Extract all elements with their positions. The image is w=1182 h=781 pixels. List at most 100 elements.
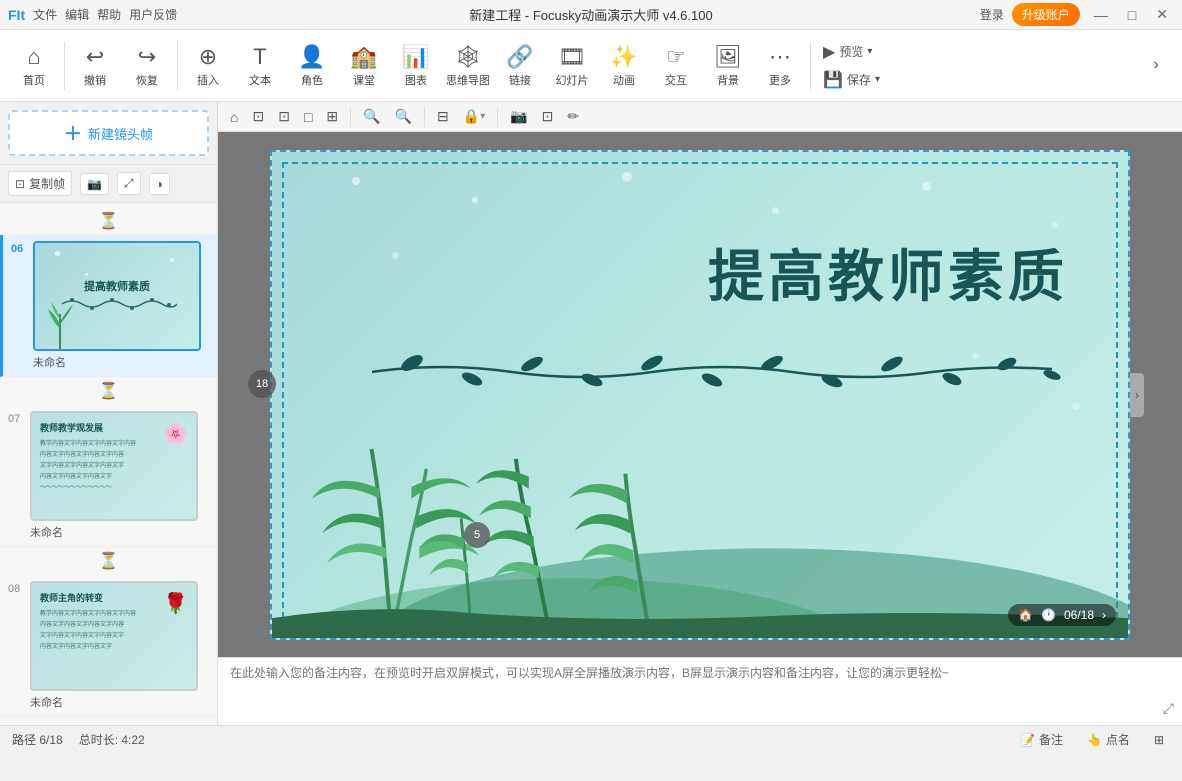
- slide-num-06: 06: [11, 241, 27, 255]
- toolbar-more-right[interactable]: ›: [1138, 34, 1174, 98]
- canvas-tool-grid[interactable]: ⊞: [322, 106, 342, 127]
- toolbar-text[interactable]: T 文本: [234, 34, 286, 98]
- menu-feedback[interactable]: 用户反馈: [129, 6, 177, 23]
- particle-7: [392, 252, 399, 259]
- chevron-right-icon: ›: [1153, 56, 1158, 74]
- canvas-tool-edit[interactable]: ✏: [563, 106, 583, 127]
- fit-button[interactable]: ⤢: [117, 172, 141, 195]
- slide-icon: 🎞: [558, 44, 586, 70]
- notes-input[interactable]: [230, 664, 1170, 710]
- toolbar-role[interactable]: 👤 角色: [286, 34, 338, 98]
- flower-icon: 🌸: [163, 421, 188, 446]
- toolbar-home[interactable]: ⌂ 首页: [8, 34, 60, 98]
- main-toolbar: ⌂ 首页 ↩ 撤销 ↪ 恢复 ⊕ 插入 T 文本 👤 角色 🏫 课堂 📊 图表 …: [0, 30, 1182, 102]
- login-button[interactable]: 登录: [980, 6, 1004, 23]
- badge-clock-icon: 🕐: [1041, 608, 1056, 622]
- copy-frame-label: 复制帧: [29, 175, 65, 192]
- toolbar-interact[interactable]: ☞ 交互: [650, 34, 702, 98]
- text-label: 文本: [249, 72, 271, 88]
- canvas-tool-house[interactable]: ⌂: [226, 107, 242, 127]
- slide-separator-06-07: ⏳: [0, 377, 217, 405]
- link-icon: 🔗: [506, 44, 533, 70]
- plus-icon: ＋: [64, 120, 82, 146]
- canvas-tool-lock[interactable]: 🔒▾: [459, 106, 489, 127]
- notes-area: ⤢: [218, 657, 1182, 725]
- toolbar-save[interactable]: 💾 保存 ▾: [815, 67, 888, 93]
- minimize-button[interactable]: —: [1088, 5, 1114, 25]
- insert-label: 插入: [197, 72, 219, 88]
- canvas-tool-camera[interactable]: 📷: [506, 106, 531, 127]
- slide-name-06: 未命名: [33, 354, 209, 370]
- canvas-tool-align[interactable]: ⊟: [433, 106, 453, 127]
- slide-label: 幻灯片: [556, 72, 589, 88]
- role-label: 角色: [301, 72, 323, 88]
- maximize-button[interactable]: □: [1122, 5, 1142, 25]
- screen-button[interactable]: ⊞: [1148, 731, 1170, 749]
- toolbar-classroom[interactable]: 🏫 课堂: [338, 34, 390, 98]
- slide-separator-before-06: ⏳: [0, 207, 217, 235]
- shape-button[interactable]: ◑: [149, 173, 170, 195]
- close-button[interactable]: ✕: [1150, 4, 1174, 25]
- window-title: 新建工程 - Focusky动画演示大师 v4.6.100: [469, 5, 712, 24]
- plants-svg: [272, 418, 1128, 638]
- slide-num-07: 07: [8, 411, 24, 425]
- toolbar-undo[interactable]: ↩ 撤销: [69, 34, 121, 98]
- canvas-tool-rect2[interactable]: ⊡: [274, 106, 294, 127]
- canvas-tool-rect3[interactable]: □: [300, 107, 316, 127]
- chart-label: 图表: [405, 72, 427, 88]
- right-panel-collapse[interactable]: ›: [1130, 373, 1144, 417]
- copy-frame-button[interactable]: ⊡ 复制帧: [8, 171, 72, 196]
- toolbar-mindmap[interactable]: 🕸 思维导图: [442, 34, 494, 98]
- redo-label: 恢复: [136, 72, 158, 88]
- chart-icon: 📊: [402, 44, 429, 70]
- notes-expand-button[interactable]: ⤢: [1163, 700, 1174, 717]
- slides-sidebar: ＋ 新建镜头帧 ⊡ 复制帧 📷 ⤢ ◑ ⏳: [0, 102, 218, 725]
- slide-item-08[interactable]: 08 教师主角的转变 教学内容文字内容文字内容文字内容 内容文字内容文字内容文字…: [0, 575, 217, 717]
- particle-6: [1052, 222, 1058, 228]
- thumb-07-line-2: 内容文字内容文字内容文字内容: [40, 449, 188, 458]
- canvas-tool-download[interactable]: ⊡: [538, 106, 558, 127]
- slide-left-badge: 18: [248, 370, 276, 398]
- save-arrow: ▾: [875, 74, 880, 85]
- slide-canvas[interactable]: 5 18: [218, 132, 1182, 657]
- new-frame-button[interactable]: ＋ 新建镜头帧: [8, 110, 209, 156]
- canvas-tool-zoomout[interactable]: 🔍: [391, 106, 416, 127]
- thumb-08-line-2: 内容文字内容文字内容文字内容: [40, 619, 188, 628]
- mindmap-label: 思维导图: [446, 72, 490, 88]
- slide-thumb-wrap-08: 教师主角的转变 教学内容文字内容文字内容文字内容 内容文字内容文字内容文字内容 …: [30, 581, 209, 710]
- toolbar-redo[interactable]: ↪ 恢复: [121, 34, 173, 98]
- particle-2: [472, 197, 478, 203]
- thumb-07-line-5: ～～～～～～～～～～～～: [40, 482, 188, 491]
- upgrade-button[interactable]: 升级账户: [1012, 3, 1080, 26]
- thumb-06-title: 提高教师素质: [84, 278, 150, 294]
- particle-5: [922, 182, 931, 191]
- toolbar-preview[interactable]: ▶ 预览 ▾: [815, 39, 888, 65]
- toolbar-background[interactable]: 🖼 背景: [702, 34, 754, 98]
- classroom-icon: 🏫: [350, 44, 377, 70]
- toolbar-animation[interactable]: ✨ 动画: [598, 34, 650, 98]
- toolbar-link[interactable]: 🔗 链接: [494, 34, 546, 98]
- flower-icon-2: 🌹: [163, 591, 188, 616]
- slide-thumb-08: 教师主角的转变 教学内容文字内容文字内容文字内容 内容文字内容文字内容文字内容 …: [30, 581, 198, 691]
- hourglass-icon-3: ⏳: [99, 551, 119, 571]
- shape-icon: ◑: [156, 177, 163, 191]
- pointer-button[interactable]: 👆 点名: [1081, 729, 1136, 750]
- slide-item-06[interactable]: 06 提高教师素质: [0, 235, 217, 377]
- toolbar-more[interactable]: ⋯ 更多: [754, 34, 806, 98]
- camera-button[interactable]: 📷: [80, 173, 109, 195]
- toolbar-chart[interactable]: 📊 图表: [390, 34, 442, 98]
- hourglass-icon: ⏳: [99, 211, 119, 231]
- slide-num-08: 08: [8, 581, 24, 595]
- slide-wrapper: 18 提高教师素质: [270, 150, 1130, 640]
- canvas-tool-rect1[interactable]: ⊡: [248, 106, 268, 127]
- menu-edit[interactable]: 编辑: [65, 6, 89, 23]
- notes-button[interactable]: 📝 备注: [1014, 729, 1069, 750]
- menu-help[interactable]: 帮助: [97, 6, 121, 23]
- canvas-tool-zoomin[interactable]: 🔍: [359, 106, 384, 127]
- toolbar-slide[interactable]: 🎞 幻灯片: [546, 34, 598, 98]
- toolbar-insert[interactable]: ⊕ 插入: [182, 34, 234, 98]
- statusbar-left: 路径 6/18 总时长: 4:22: [12, 731, 145, 748]
- titlebar-right: 登录 升级账户 — □ ✕: [980, 3, 1174, 26]
- menu-file[interactable]: 文件: [33, 6, 57, 23]
- slide-item-07[interactable]: 07 教师教学观发展 教学内容文字内容文字内容文字内容 内容文字内容文字内容文字…: [0, 405, 217, 547]
